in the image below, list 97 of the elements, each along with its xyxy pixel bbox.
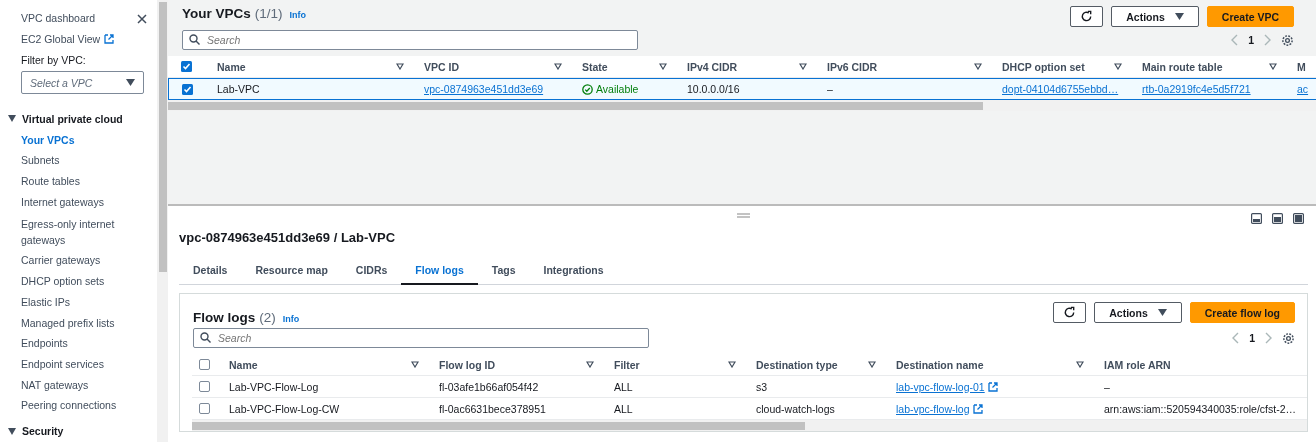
info-link[interactable]: Info (289, 10, 307, 20)
caret-icon (1157, 309, 1167, 316)
detail-title: vpc-0874963e451dd3e69 / Lab-VPC (179, 230, 397, 245)
tab[interactable]: Tags (477, 259, 530, 285)
search-icon (189, 34, 200, 45)
sidebar-item[interactable]: NAT gateways (8, 374, 157, 396)
sort-icon[interactable] (586, 361, 594, 368)
sort-icon[interactable] (1076, 361, 1084, 368)
sidebar-item[interactable]: Endpoint services (8, 354, 157, 375)
sidebar-item[interactable]: Internet gateways (8, 191, 157, 213)
split-view-icon[interactable] (1293, 213, 1304, 224)
page-number[interactable]: 1 (1249, 332, 1255, 344)
sort-icon[interactable] (868, 361, 876, 368)
table-cell: s3 (756, 380, 768, 393)
count-text: (1/1) (254, 6, 283, 21)
section-header[interactable]: Security (8, 420, 157, 442)
table-cell: Lab-VPC-Flow-Log-CW (229, 402, 340, 415)
create-button[interactable]: Create VPC (1206, 6, 1294, 27)
vpc-select[interactable]: Select a VPC (21, 71, 144, 95)
sidebar-item[interactable]: Peering connections (8, 395, 157, 417)
refresh-icon (1063, 306, 1077, 319)
caret-icon (8, 427, 16, 435)
table-cell: ALL (614, 380, 633, 393)
search-field[interactable]: Search (182, 30, 638, 50)
checkbox[interactable] (199, 381, 210, 392)
tab[interactable]: Resource map (241, 259, 342, 285)
sidebar-item[interactable]: DHCP option sets (8, 271, 157, 293)
checkbox[interactable] (181, 83, 193, 95)
refresh-icon (1080, 10, 1094, 23)
tab[interactable]: CIDRs (341, 259, 402, 285)
sidebar-item[interactable]: Carrier gateways (8, 250, 157, 272)
table-cell: ALL (614, 402, 633, 415)
sidebar-item[interactable]: Elastic IPs (8, 292, 157, 313)
checkbox[interactable] (199, 359, 210, 370)
table-link[interactable]: lab-vpc-flow-log (896, 402, 970, 415)
sort-icon[interactable] (659, 63, 667, 70)
table-cell: fl-0ac6631bece378951 (439, 402, 546, 415)
actions-button[interactable]: Actions (1094, 302, 1182, 323)
section-header[interactable]: Virtual private cloud (8, 108, 157, 130)
external-link-icon (104, 34, 115, 45)
sort-icon[interactable] (554, 63, 562, 70)
tab[interactable]: Integrations (529, 259, 618, 285)
scrollbar[interactable] (192, 420, 1307, 431)
sort-icon[interactable] (728, 361, 736, 368)
split-view-icon[interactable] (1272, 213, 1283, 224)
split-view-icon[interactable] (1251, 213, 1262, 224)
sort-icon[interactable] (411, 361, 419, 368)
search-icon (200, 332, 211, 343)
status-text: Available (596, 83, 639, 95)
panel-title: Your VPCs (182, 6, 251, 21)
table-cell: – (1104, 380, 1110, 393)
scrollbar[interactable] (157, 0, 168, 442)
sidebar-item[interactable]: Your VPCs (8, 129, 157, 151)
sort-icon[interactable] (1114, 63, 1122, 70)
check-circle-icon (582, 83, 593, 95)
table-cell: cloud-watch-logs (756, 402, 835, 415)
drag-handle-icon[interactable] (737, 212, 750, 218)
sidebar-link[interactable]: EC2 Global View (8, 29, 157, 50)
tab[interactable]: Flow logs (401, 259, 478, 285)
external-link-icon (987, 381, 998, 392)
close-icon[interactable] (137, 13, 147, 24)
sidebar-item[interactable]: Egress-only internet gateways (8, 212, 118, 251)
caret-icon (8, 115, 16, 123)
settings-icon[interactable] (1281, 33, 1294, 47)
tab[interactable]: Details (179, 259, 242, 285)
sidebar-item[interactable]: Subnets (8, 150, 157, 172)
sort-icon[interactable] (396, 63, 404, 70)
sidebar-item[interactable]: Endpoints (8, 333, 157, 355)
table-cell: 10.0.0.0/16 (687, 83, 740, 95)
count-text: (2) (259, 310, 276, 325)
refresh-button[interactable] (1070, 6, 1104, 27)
refresh-button[interactable] (1053, 302, 1087, 323)
checkbox[interactable] (181, 61, 192, 72)
checkbox[interactable] (199, 403, 210, 414)
filter-label: Filter by VPC: (20, 52, 87, 68)
sidebar-item[interactable]: Route tables (8, 171, 157, 192)
sidebar-link[interactable]: VPC dashboard (8, 8, 96, 29)
table-cell: arn:aws:iam::520594340035:role/cfst-2… (1104, 402, 1297, 415)
external-link-icon (972, 403, 983, 414)
table-cell: fl-03afe1b66af054f42 (439, 380, 539, 393)
create-button[interactable]: Create flow log (1189, 302, 1295, 323)
sidebar-item[interactable]: Managed prefix lists (8, 312, 157, 334)
table-cell: – (827, 83, 833, 95)
settings-icon[interactable] (1282, 331, 1295, 345)
page-number[interactable]: 1 (1248, 34, 1254, 46)
sort-icon[interactable] (1269, 63, 1277, 70)
table-cell: Lab-VPC-Flow-Log (229, 380, 319, 393)
search-field[interactable]: Search (193, 328, 649, 348)
sort-icon[interactable] (799, 63, 807, 70)
table-link[interactable]: lab-vpc-flow-log-01 (896, 380, 985, 393)
sort-icon[interactable] (974, 63, 982, 70)
caret-icon (126, 79, 135, 87)
actions-button[interactable]: Actions (1111, 6, 1199, 27)
panel-title: Flow logs (193, 310, 256, 325)
caret-icon (1174, 13, 1184, 20)
table-cell: Lab-VPC (217, 83, 260, 95)
info-link[interactable]: Info (282, 314, 300, 324)
